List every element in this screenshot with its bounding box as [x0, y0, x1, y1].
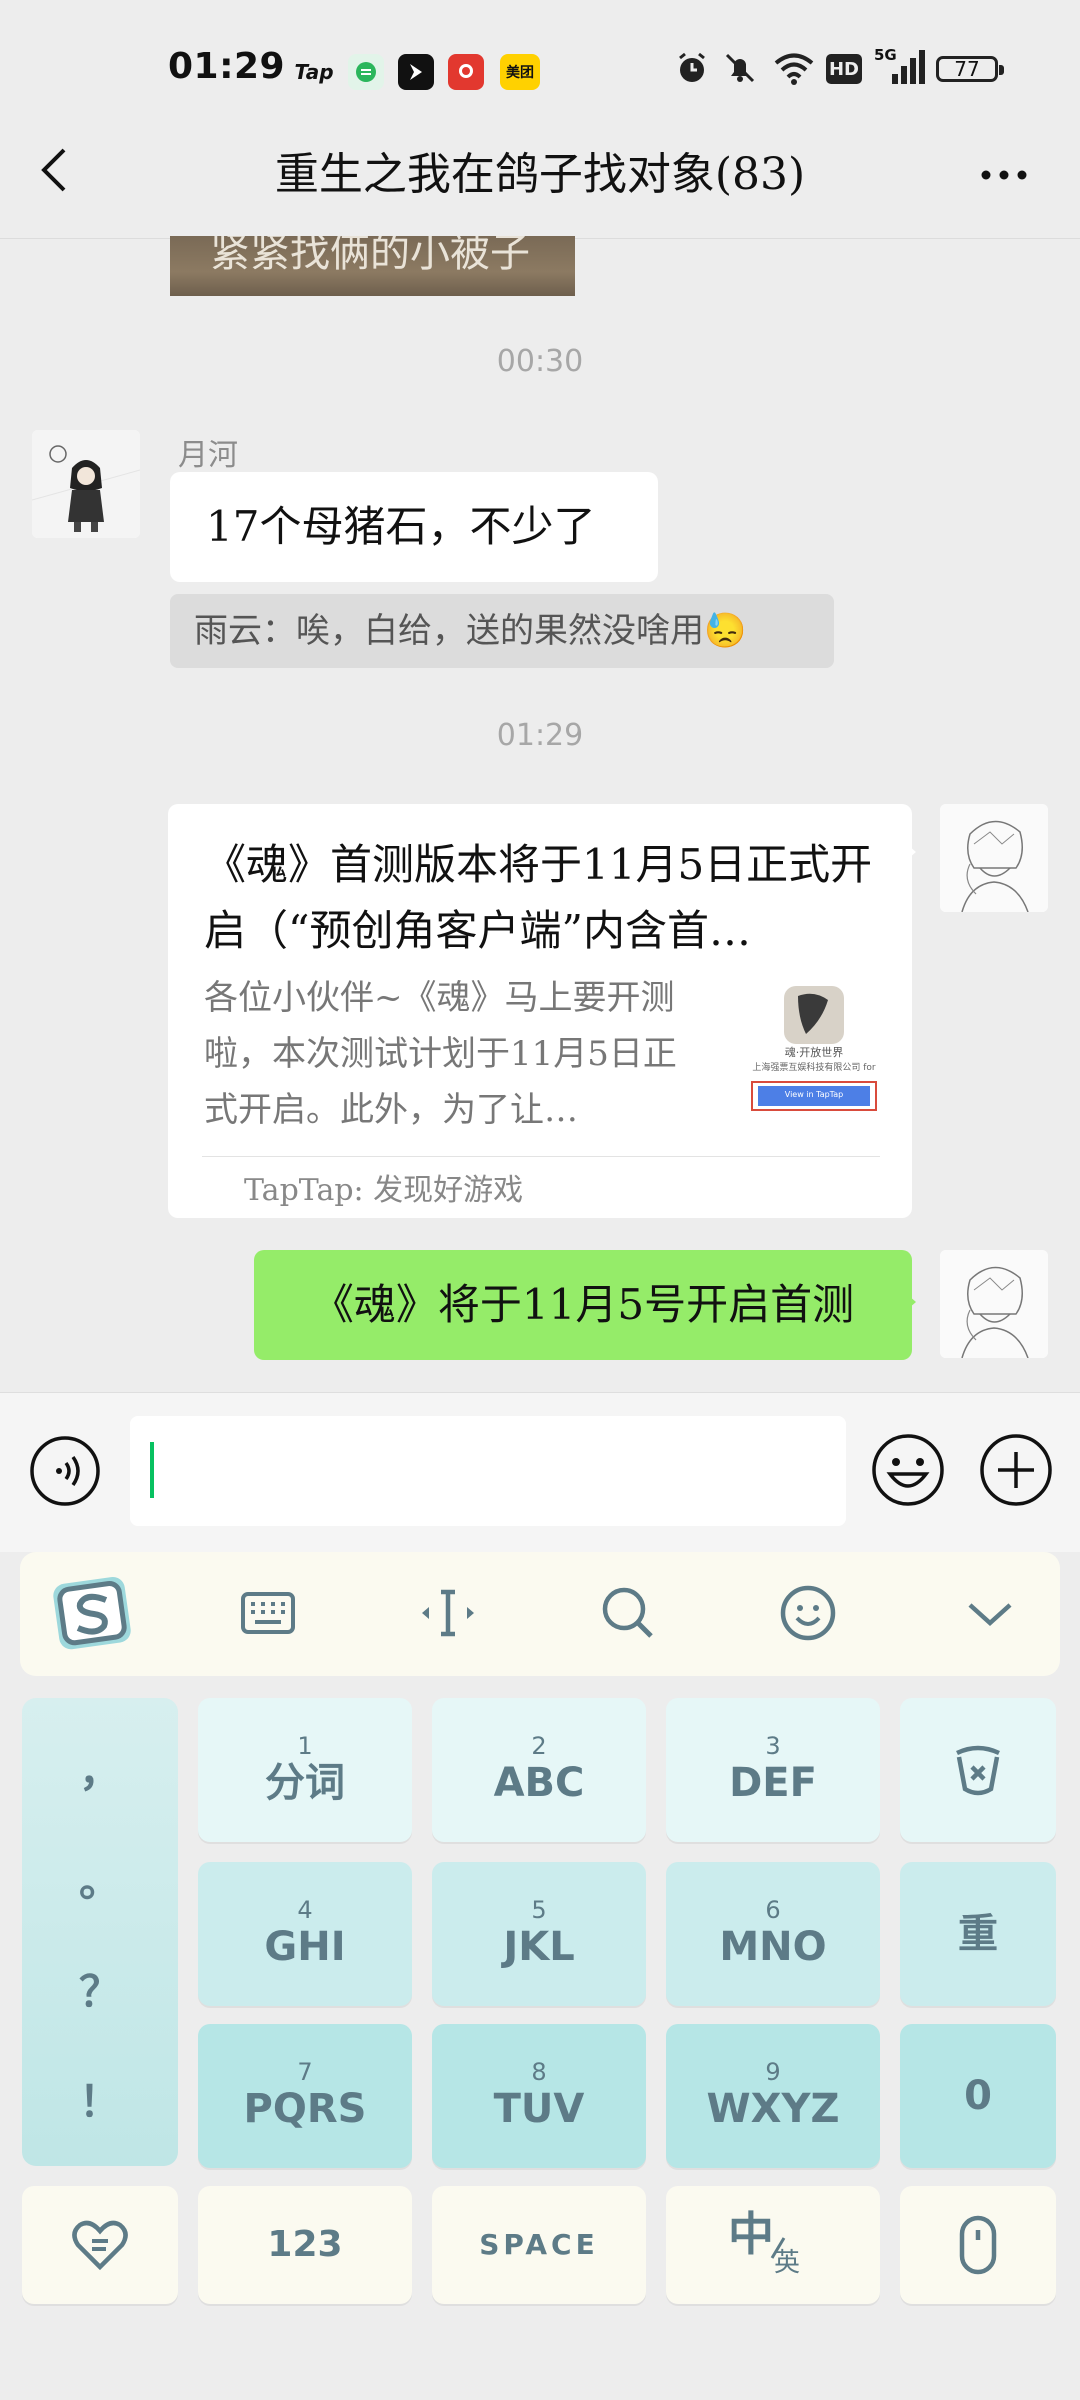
num-switch-key[interactable]: 123 — [198, 2186, 412, 2304]
alarm-icon — [672, 48, 712, 88]
lang-main-label: 中 — [728, 2207, 774, 2261]
cursor-move-icon[interactable] — [413, 1578, 483, 1648]
key-label: TUV — [493, 2086, 585, 2132]
avatar[interactable] — [32, 430, 140, 538]
key-number: 1 — [297, 1732, 313, 1760]
thumb-button: View in TapTap — [784, 1090, 844, 1099]
key-6-mno[interactable]: 6 MNO — [666, 1862, 880, 2006]
arrow-app-icon — [398, 54, 434, 90]
key-number: 9 — [765, 2058, 781, 2086]
thumb-company: 上海强票互娱科技有限公司 for — [752, 1063, 876, 1073]
key-5-jkl[interactable]: 5 JKL — [432, 1862, 646, 2006]
key-number: 7 — [297, 2058, 313, 2086]
message-bubble-sent[interactable]: 《魂》将于11月5号开启首测 — [254, 1250, 916, 1360]
keyboard-toolbar — [20, 1552, 1060, 1676]
key-number: 6 — [765, 1896, 781, 1924]
more-options-icon[interactable] — [974, 150, 1034, 200]
emoji-icon[interactable] — [773, 1578, 843, 1648]
key-label: ABC — [493, 1760, 585, 1806]
time-separator: 01:29 — [496, 718, 584, 753]
key-0[interactable]: 0 — [900, 2024, 1056, 2168]
key-2-abc[interactable]: 2 ABC — [432, 1698, 646, 1842]
chat-title: 重生之我在鸽子找对象(83) — [274, 149, 806, 200]
image-message-fragment[interactable]: 紧紧找俩的小被子 — [170, 236, 575, 296]
link-card-message[interactable]: 《魂》首测版本将于11月5日正式开启（“预创角客户端”内含首… 各位小伙伴~《魂… — [168, 804, 916, 1218]
delete-icon — [956, 1745, 1000, 1796]
meituan-app-icon: 美团 — [500, 54, 540, 90]
key-label: 0 — [964, 2073, 992, 2119]
keyboard-layout-icon[interactable] — [233, 1578, 303, 1648]
text-caret — [150, 1442, 154, 1498]
key-8-tuv[interactable]: 8 TUV — [432, 2024, 646, 2168]
card-title: 《魂》首测版本将于11月5日正式开启（“预创角客户端”内含首… — [204, 840, 873, 955]
pinduoduo-app-icon — [448, 54, 484, 90]
thumb-caption: 魂·开放世界 — [784, 1046, 844, 1059]
voice-input-icon[interactable] — [28, 1434, 102, 1508]
key-label: DEF — [729, 1760, 817, 1806]
mute-bell-icon — [720, 48, 760, 88]
key-label: GHI — [264, 1924, 346, 1970]
key-label: 123 — [267, 2224, 343, 2265]
space-key[interactable]: SPACE — [432, 2186, 646, 2304]
quoted-reply[interactable]: 雨云：唉，白给，送的果然没啥用😓 — [170, 594, 834, 668]
message-bubble[interactable]: 17个母猪石，不少了 — [170, 472, 658, 582]
card-thumbnail: 魂·开放世界 上海强票互娱科技有限公司 for View in TapTap — [746, 982, 882, 1116]
key-label: SPACE — [479, 2228, 599, 2261]
key-label: MNO — [719, 1924, 827, 1970]
key-number: 8 — [531, 2058, 547, 2086]
search-icon[interactable] — [593, 1578, 663, 1648]
taptap-app-icon: Tap — [294, 60, 334, 84]
key-label: JKL — [503, 1924, 575, 1970]
key-number: 4 — [297, 1896, 313, 1924]
emoji-icon[interactable] — [870, 1432, 946, 1508]
card-divider — [202, 1156, 880, 1157]
status-time: 01:29 — [168, 46, 286, 87]
redo-key[interactable]: 重 — [900, 1862, 1056, 2006]
key-9-wxyz[interactable]: 9 WXYZ — [666, 2024, 880, 2168]
signal-5g-icon: 5G — [874, 46, 926, 88]
signal-5g-label: 5G — [874, 46, 897, 64]
card-source: TapTap: 发现好游戏 — [244, 1173, 524, 1208]
my-avatar[interactable] — [940, 1250, 1048, 1358]
punctuation-column: ， 。 ？ ！ — [22, 1698, 178, 2166]
key-label: 分词 — [265, 1760, 345, 1806]
mouse-mode-key[interactable] — [900, 2186, 1056, 2304]
punct-key-question[interactable]: ？ — [22, 1958, 178, 2019]
heart-icon — [72, 2220, 128, 2271]
favorites-key[interactable] — [22, 2186, 178, 2304]
punct-key-period[interactable]: 。 — [22, 1848, 178, 1909]
key-3-def[interactable]: 3 DEF — [666, 1698, 880, 1842]
sogou-logo-icon[interactable] — [50, 1572, 136, 1656]
message-input[interactable] — [130, 1416, 846, 1526]
plus-icon[interactable] — [978, 1432, 1054, 1508]
slash-icon — [770, 2237, 786, 2259]
key-label: WXYZ — [706, 2086, 840, 2132]
wifi-icon — [770, 48, 818, 88]
mouse-icon — [959, 2215, 997, 2275]
delete-key[interactable] — [900, 1698, 1056, 1842]
key-label: 重 — [958, 1911, 998, 1957]
key-label: PQRS — [243, 2086, 367, 2132]
my-avatar[interactable] — [940, 804, 1048, 912]
hd-icon: HD — [826, 54, 862, 84]
back-arrow-icon[interactable] — [30, 140, 80, 200]
key-4-ghi[interactable]: 4 GHI — [198, 1862, 412, 2006]
card-description: 各位小伙伴~《魂》马上要开测啦，本次测试计划于11月5日正式开启。此外，为了让… — [204, 978, 677, 1130]
key-1-fenci[interactable]: 1 分词 — [198, 1698, 412, 1842]
sender-name: 月河 — [178, 438, 238, 473]
punct-key-exclaim[interactable]: ！ — [22, 2068, 178, 2129]
key-number: 3 — [765, 1732, 781, 1760]
lang-switch-key[interactable]: 中 英 — [666, 2186, 880, 2304]
chevron-down-icon[interactable] — [955, 1578, 1025, 1648]
key-7-pqrs[interactable]: 7 PQRS — [198, 2024, 412, 2168]
punct-key-comma[interactable]: ， — [22, 1738, 178, 1799]
time-separator: 00:30 — [496, 344, 584, 379]
key-number: 5 — [531, 1896, 547, 1924]
key-number: 2 — [531, 1732, 547, 1760]
image-fragment-text: 紧紧找俩的小被子 — [210, 236, 530, 276]
battery-indicator: 77 — [936, 56, 1004, 82]
chat-app-icon — [348, 54, 384, 90]
